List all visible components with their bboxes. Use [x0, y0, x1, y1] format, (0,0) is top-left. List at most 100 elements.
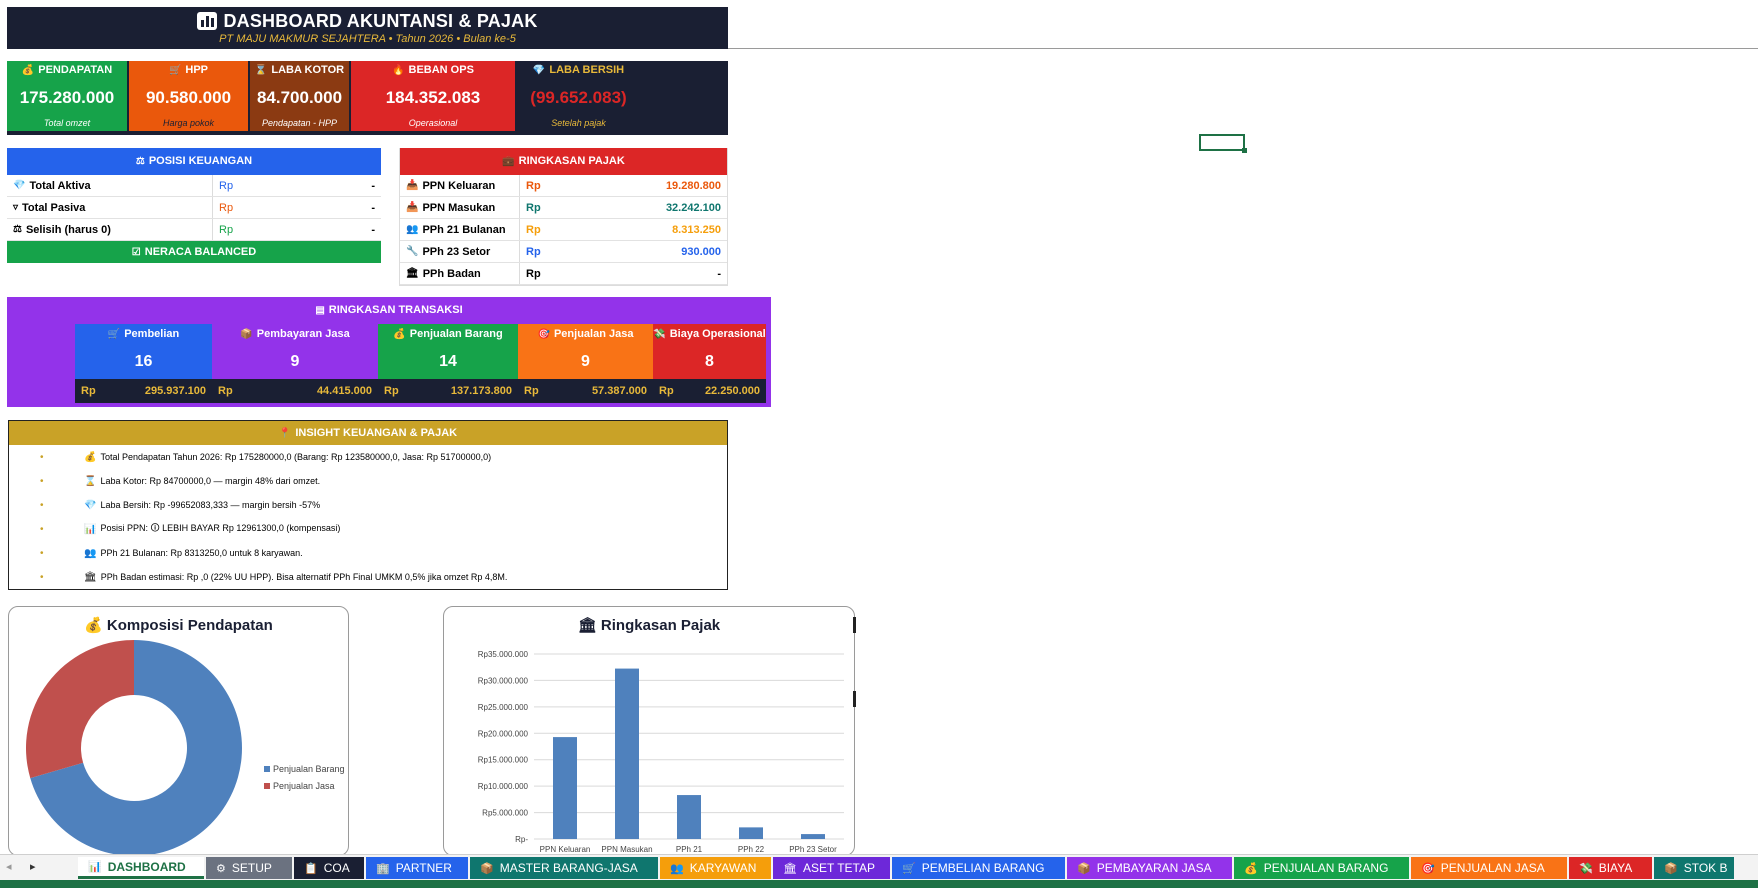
posisi-keuangan-header: ⚖ POSISI KEUANGAN [7, 148, 381, 175]
insight-text: Posisi PPN: 🛈 LEBIH BAYAR Rp 12961300,0 … [100, 523, 341, 533]
sheet-tab-penjualan-jasa[interactable]: 🎯 PENJUALAN JASA [1411, 857, 1567, 879]
currency-label: Rp [81, 385, 96, 397]
currency-label: Rp [526, 223, 541, 236]
posisi-value[interactable]: Rp - [213, 197, 381, 218]
sheet-tab-pembelian-barang[interactable]: 🛒 PEMBELIAN BARANG [892, 857, 1065, 879]
sheet-tab-master-barang-jasa[interactable]: 📦 MASTER BARANG-JASA [470, 857, 658, 879]
amount: - [717, 267, 721, 280]
money-bag-icon: 💰 [84, 617, 103, 634]
pajak-row: 🔧 PPh 23 Setor Rp 930.000 [400, 241, 727, 263]
trx-count: 8 [705, 353, 714, 370]
pajak-value[interactable]: Rp 19.280.800 [520, 175, 727, 196]
currency-label: Rp [526, 267, 541, 280]
komposisi-pendapatan-chart[interactable]: 💰 Komposisi Pendapatan Penjualan Barang Pe… [8, 606, 349, 856]
bar[interactable] [739, 827, 763, 839]
currency-label: Rp [219, 179, 234, 192]
kpi-value: (99.652.083) [517, 80, 640, 116]
pajak-value[interactable]: Rp 32.242.100 [520, 197, 727, 218]
amount: 32.242.100 [665, 201, 721, 214]
sheet-tab-partner[interactable]: 🏢 PARTNER [366, 857, 468, 879]
box-icon: 📦 [1664, 862, 1678, 875]
box-icon: 📦 [480, 862, 494, 875]
building-icon: 🏢 [376, 862, 390, 875]
trx-card-pembayaran-jasa[interactable]: 📦 Pembayaran Jasa 9 Rp 44.415.000 [212, 324, 378, 403]
trx-amount-row: Rp 137.173.800 [378, 379, 518, 403]
kpi-card-hpp: 🛒 HPP 90.580.000 Harga pokok [129, 61, 250, 135]
pajak-value[interactable]: Rp - [520, 263, 727, 284]
bar[interactable] [677, 795, 701, 839]
trx-card-label: 🎯 Penjualan Jasa [518, 324, 653, 344]
bar[interactable] [801, 834, 825, 839]
sheet-tab-penjualan-barang[interactable]: 💰 PENJUALAN BARANG [1234, 857, 1409, 879]
sheet-tab-karyawan[interactable]: 👥 KARYAWAN [660, 857, 771, 879]
pajak-label: 🏛 PPh Badan [400, 263, 520, 284]
trx-card-pembelian[interactable]: 🛒 Pembelian 16 Rp 295.937.100 [75, 324, 212, 403]
trx-card-biaya-operasional[interactable]: 💸 Biaya Operasional 8 Rp 22.250.000 [653, 324, 766, 403]
gear-icon: ⚙ [216, 862, 226, 875]
kpi-note: Setelah pajak [517, 116, 640, 131]
y-tick-label: Rp- [515, 835, 528, 844]
bank-icon: 🏛 [84, 571, 97, 583]
trx-card-label: 🛒 Pembelian [75, 324, 212, 344]
y-tick-label: Rp15.000.000 [478, 756, 529, 765]
currency-label: Rp [659, 385, 674, 397]
sheet-tab-dashboard[interactable]: 📊 DASHBOARD [78, 857, 204, 879]
dashboard-header: DASHBOARD AKUNTANSI & PAJAK PT MAJU MAKM… [7, 7, 728, 49]
check-box-icon: ☑ [131, 247, 141, 258]
trx-card-top: 🎯 Penjualan Jasa 9 [518, 324, 653, 379]
money-bag-icon: 💰 [1244, 862, 1258, 875]
pajak-value[interactable]: Rp 8.313.250 [520, 219, 727, 240]
chart-title: 💰 Komposisi Pendapatan [84, 617, 273, 634]
trx-amount-row: Rp 44.415.000 [212, 379, 378, 403]
sheet-tab-coa[interactable]: 📋 COA [294, 857, 364, 879]
selected-cell[interactable] [1199, 134, 1245, 151]
pie-chart: Penjualan Barang Penjualan Jasa [26, 640, 345, 855]
sheet-tab-stok-b[interactable]: 📦 STOK B [1654, 857, 1734, 879]
posisi-label: ▿ Total Pasiva [7, 197, 213, 218]
bar[interactable] [615, 668, 639, 839]
scroll-left-icon[interactable]: ◂ [6, 860, 12, 873]
bar[interactable] [553, 737, 577, 839]
kpi-value: 84.700.000 [250, 80, 349, 116]
chart-title: 🏛 Ringkasan Pajak [577, 617, 721, 634]
trx-card-top: 🛒 Pembelian 16 [75, 324, 212, 379]
trx-count: 9 [290, 353, 300, 370]
sheet-tab-pembayaran-jasa[interactable]: 📦 PEMBAYARAN JASA [1067, 857, 1232, 879]
sheet-tab-aset-tetap[interactable]: 🏛 ASET TETAP [773, 857, 890, 879]
trx-card-penjualan-jasa[interactable]: 🎯 Penjualan Jasa 9 Rp 57.387.000 [518, 324, 653, 403]
legend-label: Penjualan Barang [273, 764, 345, 774]
kpi-note: Total omzet [7, 116, 127, 131]
posisi-label: 💎 Total Aktiva [7, 175, 213, 196]
fill-handle[interactable] [1242, 148, 1247, 153]
chart-resize-handle[interactable] [853, 691, 856, 707]
trx-count: 14 [439, 353, 457, 370]
pajak-label: 🔧 PPh 23 Setor [400, 241, 520, 262]
trx-amount: 57.387.000 [591, 385, 647, 397]
pie-slice[interactable] [26, 640, 135, 779]
trx-amount-row: Rp 295.937.100 [75, 379, 212, 403]
insight-text: PPh Badan estimasi: Rp ,0 (22% UU HPP). … [100, 572, 508, 582]
gem-icon: 💎 [13, 180, 26, 191]
scroll-right-icon[interactable]: ▸ [30, 860, 36, 873]
trx-amount: 137.173.800 [450, 385, 512, 397]
chart-resize-handle[interactable] [853, 617, 856, 633]
sheet-tab-setup[interactable]: ⚙ SETUP [206, 857, 292, 879]
kpi-card-beban-ops: 🔥 BEBAN OPS 184.352.083 Operasional [351, 61, 517, 135]
posisi-value[interactable]: Rp - [213, 219, 381, 240]
trx-card-penjualan-barang[interactable]: 💰 Penjualan Barang 14 Rp 137.173.800 [378, 324, 518, 403]
bullet: • [40, 451, 44, 463]
trx-amount: 44.415.000 [316, 385, 372, 397]
briefcase-icon: 💼 [502, 156, 515, 167]
kpi-value: 184.352.083 [351, 80, 515, 116]
x-tick-label: PPN Masukan [601, 845, 652, 854]
pajak-label: 📥 PPN Keluaran [400, 175, 520, 196]
amount: - [371, 179, 375, 192]
sheet-tab-biaya[interactable]: 💸 BIAYA [1569, 857, 1652, 879]
ringkasan-pajak-panel: 💼 RINGKASAN PAJAK 📥 PPN Keluaran Rp 19.280.8… [399, 148, 728, 286]
trx-card-top: 📦 Pembayaran Jasa 9 [212, 324, 378, 379]
kpi-label: 🔥 BEBAN OPS [351, 61, 515, 80]
trx-amount: 295.937.100 [144, 385, 206, 397]
ringkasan-pajak-chart[interactable]: 🏛 Ringkasan Pajak Rp- Rp5.000.000 Rp10.000.… [443, 606, 855, 856]
pajak-value[interactable]: Rp 930.000 [520, 241, 727, 262]
posisi-value[interactable]: Rp - [213, 175, 381, 196]
